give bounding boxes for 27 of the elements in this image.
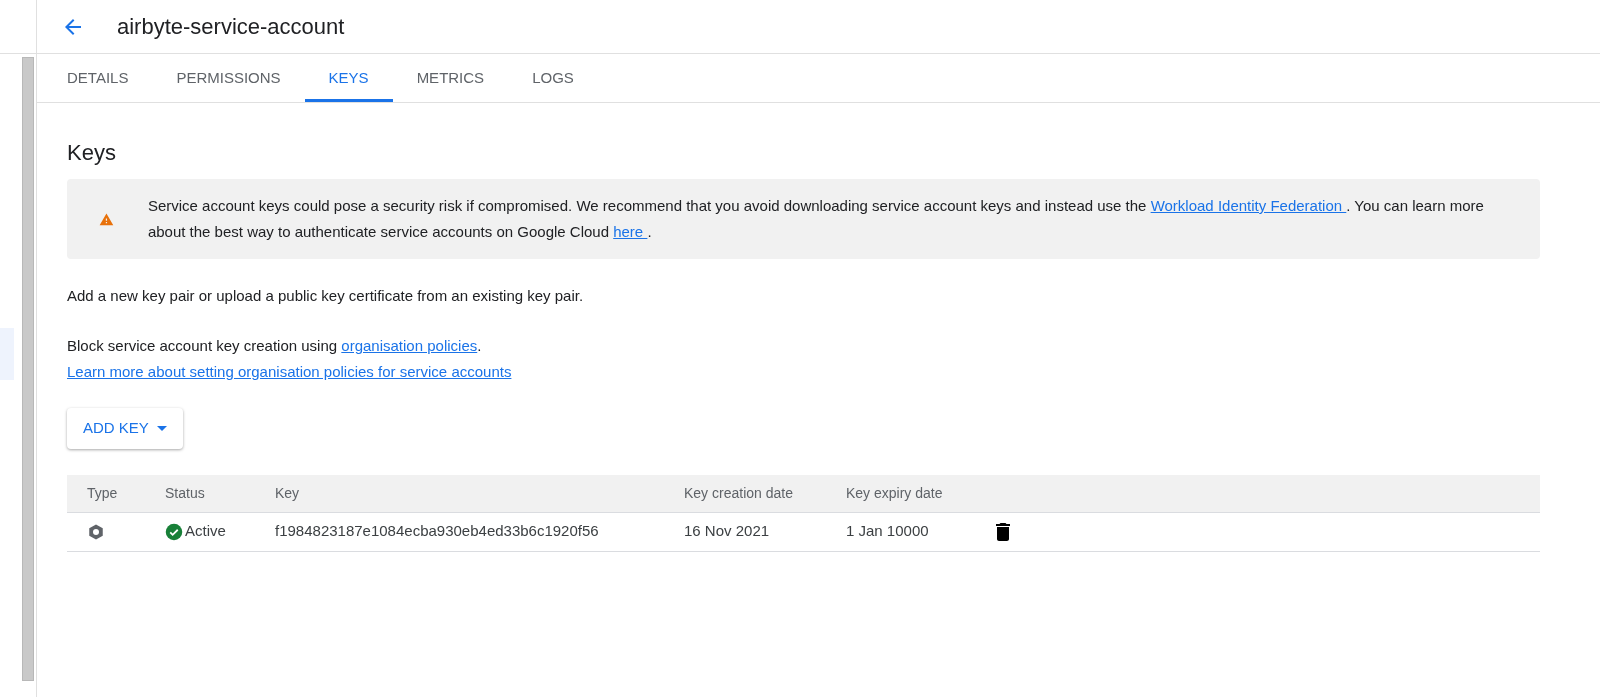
creation-date-cell-text: 16 Nov 2021 xyxy=(684,521,771,542)
tab[interactable]: PERMISSIONS xyxy=(152,54,305,102)
check-circle-icon xyxy=(165,522,183,541)
caret-icon xyxy=(156,425,167,431)
federation-link[interactable]: Workload Identity Federation xyxy=(1150,197,1347,214)
key-id-cell-text: f1984823187e1084ecba930eb4ed33b6c1920f56 xyxy=(275,521,600,542)
warning-text: Service account keys could pose a security risk if compromised. We recommend that you avoid downloading service account keys and instead use the Workload Identity Federation . You can learn more about the best way to authenticate service accounts on Google Cloud here . xyxy=(147,196,1485,242)
column-header: Status xyxy=(165,483,206,503)
delete-icon[interactable] xyxy=(996,522,1010,541)
here-link[interactable]: here xyxy=(613,223,648,240)
intro-text: Add a new key pair or upload a public key certificate from an existing key pair. xyxy=(67,286,585,306)
learn-more-link[interactable]: Learn more about setting organisation policies for service accounts xyxy=(67,361,512,384)
column-header: Type xyxy=(87,483,119,503)
add-key-button[interactable]: ADD KEY xyxy=(67,407,183,449)
column-header: Key expiry date xyxy=(846,483,944,503)
tab[interactable]: LOGS xyxy=(508,54,598,102)
section-heading: Keys xyxy=(67,139,117,167)
policy-text: Block service account key creation using organisation policies. xyxy=(67,335,483,356)
tab[interactable]: DETAILS xyxy=(43,54,153,102)
column-header: Key xyxy=(275,483,301,503)
status-text: Active xyxy=(185,521,226,542)
hexagon-icon xyxy=(87,522,105,541)
page-title: airbyte-service-account xyxy=(117,13,345,41)
tab[interactable]: KEYS xyxy=(304,54,393,102)
tab[interactable]: METRICS xyxy=(392,54,509,102)
expiry-date-cell-text: 1 Jan 10000 xyxy=(846,521,930,542)
column-header: Key creation date xyxy=(684,483,794,503)
